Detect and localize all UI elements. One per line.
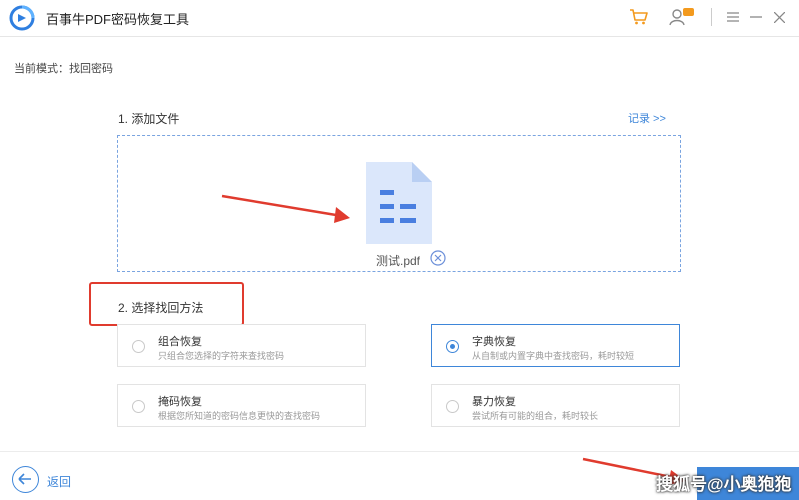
option-desc: 尝试所有可能的组合，耗时较长 <box>472 411 599 421</box>
menu-icon[interactable] <box>726 6 740 28</box>
option-title: 掩码恢复 <box>158 396 202 408</box>
option-desc: 根据您所知道的密码信息更快的查找密码 <box>158 411 321 421</box>
radio-dictionary[interactable] <box>446 340 459 353</box>
radio-combination[interactable] <box>132 340 145 353</box>
app-logo-icon <box>9 5 35 31</box>
annotation-arrow-file <box>221 194 350 223</box>
back-button[interactable] <box>12 466 39 493</box>
option-title: 暴力恢复 <box>472 396 516 408</box>
radio-brute-force[interactable] <box>446 400 459 413</box>
radio-mask[interactable] <box>132 400 145 413</box>
option-desc: 从自制或内置字典中查找密码，耗时较短 <box>472 351 635 361</box>
file-drop-zone[interactable]: 测试.pdf <box>117 135 681 272</box>
option-dictionary-recovery[interactable]: 字典恢复 从自制或内置字典中查找密码，耗时较短 <box>431 324 680 367</box>
option-brute-force-recovery[interactable]: 暴力恢复 尝试所有可能的组合，耗时较长 <box>431 384 680 427</box>
radio-selected-dot <box>450 344 455 349</box>
app-title: 百事牛PDF密码恢复工具 <box>46 12 190 27</box>
file-name: 测试.pdf <box>376 254 421 268</box>
option-title: 组合恢复 <box>158 336 202 348</box>
current-mode-label: 当前模式：找回密码 <box>14 63 113 75</box>
watermark-text: 搜狐号@小奥狍狍 <box>656 475 792 494</box>
option-desc: 只组合您选择的字符来查找密码 <box>158 351 285 361</box>
option-title: 字典恢复 <box>472 336 516 348</box>
title-bar: 百事牛PDF密码恢复工具 <box>0 0 799 37</box>
cart-icon[interactable] <box>628 6 650 28</box>
user-icon[interactable] <box>668 6 696 28</box>
title-separator <box>711 8 712 26</box>
back-label[interactable]: 返回 <box>47 473 71 490</box>
close-icon[interactable] <box>772 6 786 28</box>
annotation-highlight-box <box>89 282 244 326</box>
minimize-icon[interactable] <box>749 6 763 28</box>
step1-title: 1. 添加文件 <box>118 112 180 126</box>
pdf-file-icon <box>366 162 432 244</box>
record-link[interactable]: 记录 >> <box>628 110 666 126</box>
footer-divider <box>0 451 799 452</box>
remove-file-icon[interactable] <box>430 250 446 266</box>
option-mask-recovery[interactable]: 掩码恢复 根据您所知道的密码信息更快的查找密码 <box>117 384 366 427</box>
arrow-left-icon <box>18 473 31 485</box>
option-combination-recovery[interactable]: 组合恢复 只组合您选择的字符来查找密码 <box>117 324 366 367</box>
